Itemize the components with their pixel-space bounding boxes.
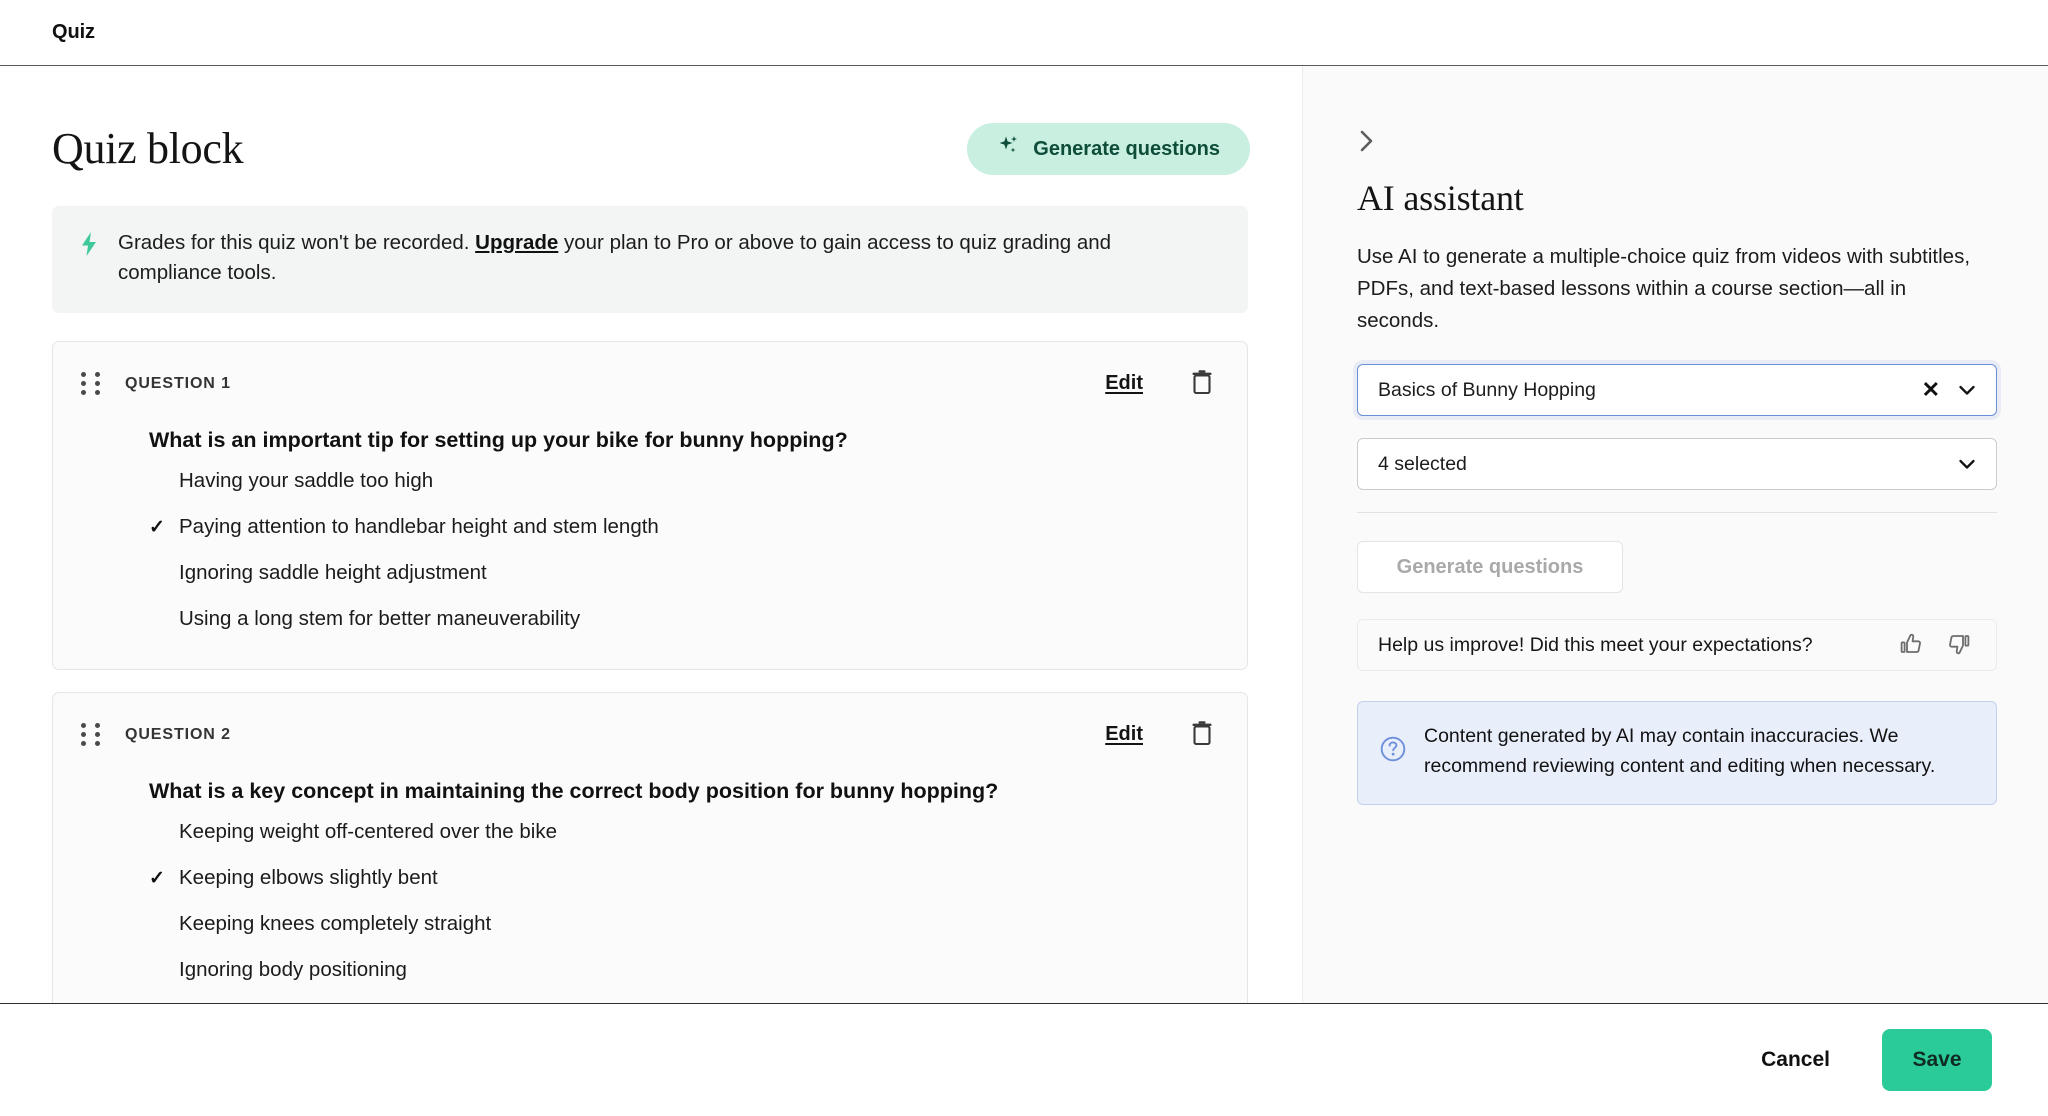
upgrade-link[interactable]: Upgrade [475, 231, 558, 254]
question-text: What is an important tip for setting up … [149, 427, 848, 452]
items-select[interactable]: 4 selected [1357, 438, 1997, 491]
feedback-box: Help us improve! Did this meet your expe… [1357, 619, 1997, 672]
option-row: Having your saddle too high [149, 463, 1217, 501]
question-header: QUESTION 1 Edit [81, 364, 1217, 404]
option-text: Using a long stem for better maneuverabi… [179, 607, 581, 631]
ai-assistant-description: Use AI to generate a multiple-choice qui… [1357, 245, 1971, 332]
edit-question-button[interactable]: Edit [1105, 372, 1143, 395]
quiz-editor-pane: Quiz block Generate questions Grades for… [0, 66, 1302, 1003]
chevron-down-icon[interactable] [1956, 453, 1978, 475]
thumbs-down-icon [1946, 631, 1972, 660]
thumbs-up-button[interactable] [1894, 629, 1928, 662]
option-text: Having your saddle too high [179, 469, 434, 493]
question-card: QUESTION 2 Edit What is a key concept in… [52, 691, 1248, 1003]
cancel-button[interactable]: Cancel [1745, 1038, 1846, 1082]
save-button[interactable]: Save [1882, 1029, 1992, 1091]
ai-disclaimer-text: Content generated by AI may contain inac… [1424, 725, 1936, 777]
window-title: Quiz [52, 21, 95, 43]
question-actions: Edit [1105, 720, 1217, 750]
option-row: Keeping weight off-centered over the bik… [149, 814, 1217, 852]
thumbs-down-button[interactable] [1942, 629, 1976, 662]
drag-handle-icon[interactable] [81, 372, 103, 396]
option-text: Keeping weight off-centered over the bik… [179, 820, 557, 844]
banner-text-before: Grades for this quiz won't be recorded. [118, 231, 476, 254]
help-circle-icon [1378, 734, 1408, 769]
correct-check-icon: ✓ [149, 868, 165, 890]
question-card: QUESTION 1 Edit What is an important tip… [52, 340, 1248, 670]
option-row: ✓ Paying attention to handlebar height a… [149, 509, 1217, 547]
ai-assistant-title: AI assistant [1357, 178, 1524, 218]
chevron-right-icon [1357, 130, 1377, 157]
correct-check-icon: ✓ [149, 517, 165, 539]
option-text: Keeping elbows slightly bent [179, 866, 438, 890]
option-text: Paying attention to handlebar height and… [179, 515, 659, 539]
delete-question-button[interactable] [1187, 369, 1217, 399]
drag-handle-icon[interactable] [81, 723, 103, 747]
option-row: Keeping knees completely straight [149, 906, 1217, 944]
section-select[interactable]: Basics of Bunny Hopping ✕ [1357, 364, 1997, 417]
clear-selection-icon[interactable]: ✕ [1916, 379, 1956, 401]
option-list: Keeping weight off-centered over the bik… [149, 814, 1217, 990]
section-select-value: Basics of Bunny Hopping [1378, 378, 1596, 401]
option-row: ✓ Keeping elbows slightly bent [149, 860, 1217, 898]
ai-assistant-pane: AI assistant Use AI to generate a multip… [1302, 66, 2048, 1003]
quiz-block-editor-window: Quiz Quiz block Generate questions Grade… [0, 0, 2048, 1116]
page-title: Quiz block [52, 123, 244, 173]
option-text: Ignoring body positioning [179, 958, 407, 982]
footer-bar: Cancel Save [0, 1004, 2048, 1116]
top-bar: Quiz [0, 0, 2048, 66]
title-row: Quiz block Generate questions [52, 118, 1250, 180]
option-row: Ignoring saddle height adjustment [149, 555, 1217, 593]
option-row: Using a long stem for better maneuverabi… [149, 601, 1217, 639]
question-list: QUESTION 1 Edit What is an important tip… [52, 340, 1250, 1003]
thumbs-up-icon [1898, 631, 1924, 660]
banner-text: Grades for this quiz won't be recorded. … [118, 228, 1203, 289]
generate-questions-label: Generate questions [1033, 137, 1220, 160]
option-text: Ignoring saddle height adjustment [179, 561, 487, 585]
generate-questions-button[interactable]: Generate questions [967, 123, 1250, 175]
chevron-down-icon[interactable] [1956, 379, 1978, 401]
trash-icon [1190, 720, 1214, 749]
option-row: Ignoring body positioning [149, 952, 1217, 990]
question-header: QUESTION 2 Edit [81, 715, 1217, 755]
question-text: What is a key concept in maintaining the… [149, 778, 999, 803]
question-label: QUESTION 1 [125, 374, 231, 392]
delete-question-button[interactable] [1187, 720, 1217, 750]
option-list: Having your saddle too high ✓ Paying att… [149, 463, 1217, 639]
edit-question-button[interactable]: Edit [1105, 723, 1143, 746]
question-actions: Edit [1105, 369, 1217, 399]
ai-disclaimer-box: Content generated by AI may contain inac… [1357, 701, 1997, 805]
lightning-bolt-icon [78, 231, 100, 262]
ai-generate-questions-button[interactable]: Generate questions [1357, 541, 1623, 594]
question-label: QUESTION 2 [125, 725, 231, 743]
feedback-text: Help us improve! Did this meet your expe… [1378, 633, 1813, 656]
items-select-value: 4 selected [1378, 452, 1467, 475]
panel-divider [1357, 512, 1997, 514]
collapse-panel-button[interactable] [1357, 128, 1377, 157]
body-split: Quiz block Generate questions Grades for… [0, 66, 2048, 1004]
option-text: Keeping knees completely straight [179, 912, 492, 936]
trash-icon [1190, 369, 1214, 398]
grades-notice-banner: Grades for this quiz won't be recorded. … [52, 206, 1248, 313]
sparkle-icon [997, 134, 1021, 164]
